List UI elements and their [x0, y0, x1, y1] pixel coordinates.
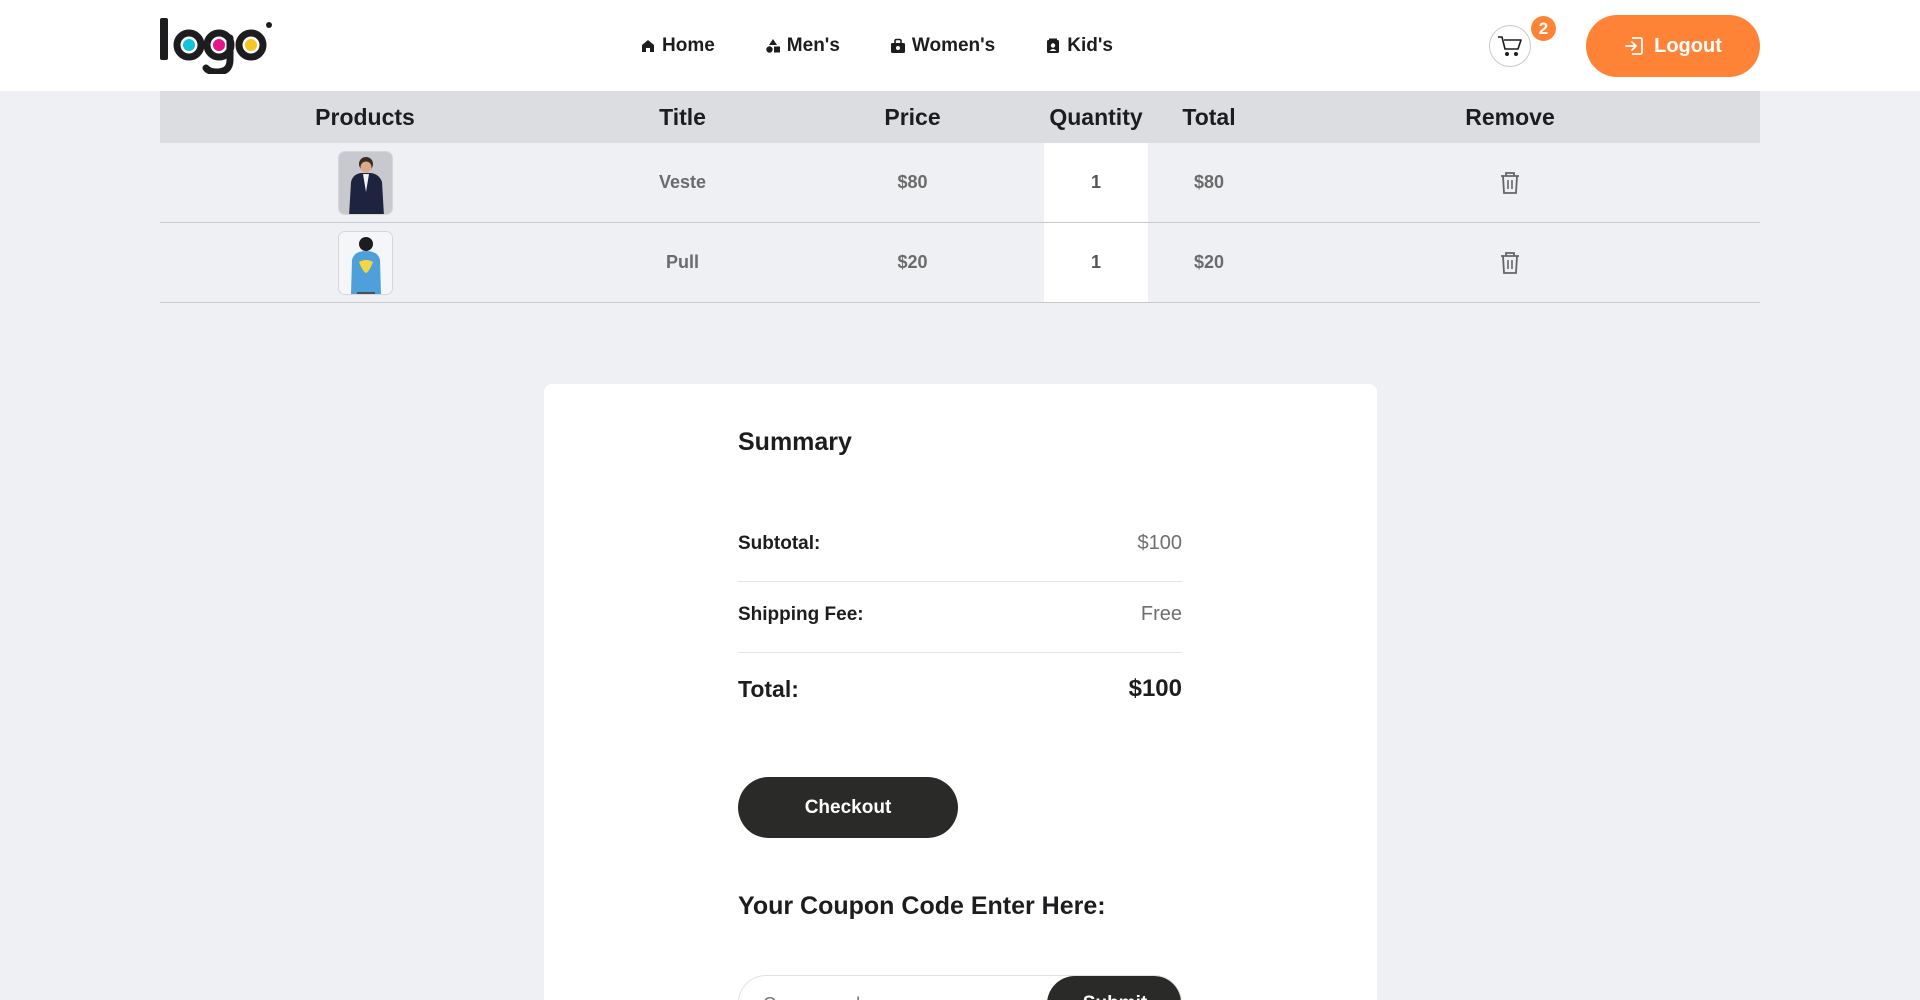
nav-label-womens: Women's: [911, 34, 996, 56]
nav-label-mens: Men's: [786, 34, 840, 56]
col-header-quantity: Quantity: [1049, 103, 1143, 130]
product-title: Veste: [658, 172, 707, 192]
subtotal-value: $100: [1137, 532, 1183, 554]
col-header-title: Title: [659, 103, 706, 130]
product-title: Pull: [665, 252, 699, 272]
product-cell: [160, 223, 570, 302]
row-total: $80: [1193, 172, 1225, 192]
logo[interactable]: [159, 16, 274, 74]
nav-item-womens[interactable]: Women's: [890, 35, 995, 57]
col-header-total: Total: [1182, 103, 1236, 130]
coupon-input[interactable]: [739, 976, 1049, 1000]
table-header: Products Title Price Quantity Total Remo…: [160, 91, 1760, 143]
divider: [738, 581, 1182, 582]
shipping-label: Shipping Fee:: [738, 603, 864, 625]
home-icon: [642, 39, 654, 52]
coupon-title: Your Coupon Code Enter Here:: [738, 892, 1106, 920]
nav-label-kids: Kid's: [1067, 34, 1113, 56]
nav-item-mens[interactable]: Men's: [765, 35, 840, 57]
col-header-remove: Remove: [1465, 103, 1555, 130]
shipping-row: Shipping Fee: Free: [738, 603, 1182, 626]
contact-icon: [1047, 38, 1060, 53]
remove-button[interactable]: [1410, 143, 1610, 222]
coupon-form: Submit: [738, 975, 1182, 1000]
col-header-products: Products: [315, 103, 415, 130]
total-row: Total: $100: [738, 675, 1182, 703]
quantity-field[interactable]: 1: [1044, 223, 1148, 302]
submit-button[interactable]: Submit: [1047, 976, 1181, 1000]
logout-icon: [1625, 37, 1644, 55]
logout-button[interactable]: Logout: [1586, 15, 1760, 77]
trash-icon: [1501, 251, 1519, 274]
product-price: $20: [897, 252, 928, 272]
divider: [738, 652, 1182, 653]
main-nav: Home Men's Women's Kid's: [640, 0, 1163, 91]
cart-button[interactable]: [1489, 25, 1531, 67]
cart-count-badge: 2: [1531, 16, 1556, 41]
table-row: Pull $20 1 $20: [160, 223, 1760, 303]
product-cell: [160, 143, 570, 222]
cart-table: Products Title Price Quantity Total Remo…: [160, 91, 1760, 303]
cart-icon: [1498, 36, 1522, 56]
checkout-button[interactable]: Checkout: [738, 777, 958, 838]
table-row: Veste $80 1 $80: [160, 143, 1760, 223]
shapes-icon: [766, 38, 780, 53]
bag-icon: [890, 38, 905, 53]
total-value: $100: [1128, 675, 1182, 702]
nav-item-kids[interactable]: Kid's: [1045, 35, 1113, 57]
summary-title: Summary: [738, 428, 852, 456]
remove-button[interactable]: [1410, 223, 1610, 302]
total-label: Total:: [738, 675, 799, 702]
product-image-veste[interactable]: [337, 150, 393, 215]
product-image-pull[interactable]: [337, 230, 393, 295]
summary-card: Summary Subtotal: $100 Shipping Fee: Fre…: [544, 384, 1377, 1000]
subtotal-row: Subtotal: $100: [738, 532, 1182, 555]
nav-label-home: Home: [662, 34, 715, 56]
site-header: Home Men's Women's Kid's 2 Logout: [0, 0, 1920, 91]
quantity-field[interactable]: 1: [1044, 143, 1148, 222]
logout-label: Logout: [1654, 34, 1722, 57]
trash-icon: [1501, 171, 1519, 194]
product-price: $80: [897, 172, 928, 192]
shipping-value: Free: [1140, 603, 1182, 625]
row-total: $20: [1193, 252, 1225, 272]
col-header-price: Price: [884, 103, 941, 130]
subtotal-label: Subtotal:: [738, 532, 821, 554]
nav-item-home[interactable]: Home: [640, 35, 715, 57]
